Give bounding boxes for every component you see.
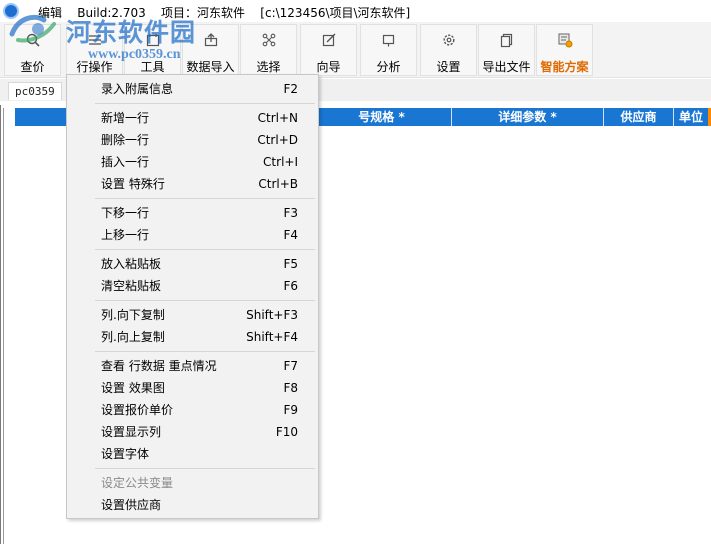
grid-header-unit[interactable]: 单位 bbox=[673, 108, 708, 126]
menu-item-label: 上移一行 bbox=[101, 228, 150, 242]
grid-row-header-rule bbox=[3, 108, 4, 544]
menu-item-delete-row[interactable]: 删除一行 Ctrl+D bbox=[67, 129, 318, 151]
menu-item-label: 设置供应商 bbox=[101, 498, 162, 512]
menu-item-shortcut: F8 bbox=[283, 381, 298, 395]
menu-item-label: 删除一行 bbox=[101, 133, 150, 147]
menu-item-label: 列.向下复制 bbox=[101, 308, 165, 322]
select-icon bbox=[260, 31, 278, 49]
menu-item-shortcut: Ctrl+N bbox=[257, 111, 298, 125]
wizard-icon bbox=[320, 31, 338, 49]
menu-item-label: 放入粘贴板 bbox=[101, 257, 162, 271]
grid-header-details[interactable]: 详细参数 * bbox=[451, 108, 603, 126]
menu-item-label: 下移一行 bbox=[101, 206, 150, 220]
menu-item-label: 查看 行数据 重点情况 bbox=[101, 359, 217, 373]
menu-item-set-effect-image[interactable]: 设置 效果图 F8 bbox=[67, 377, 318, 399]
gear-icon bbox=[440, 31, 458, 49]
menu-item-set-quote-unit-price[interactable]: 设置报价单价 F9 bbox=[67, 399, 318, 421]
menu-item-set-font[interactable]: 设置字体 bbox=[67, 443, 318, 465]
menu-item-move-row-up[interactable]: 上移一行 F4 bbox=[67, 224, 318, 246]
menu-item-shortcut: Ctrl+B bbox=[258, 177, 298, 191]
menu-item-label: 新增一行 bbox=[101, 111, 150, 125]
menu-item-label: 列.向上复制 bbox=[101, 330, 165, 344]
menu-item-view-row-key-info[interactable]: 查看 行数据 重点情况 F7 bbox=[67, 355, 318, 377]
menu-item-shortcut: F7 bbox=[283, 359, 298, 373]
toolbar-button-select[interactable]: 选择 bbox=[240, 24, 297, 76]
menu-item-shortcut: Ctrl+I bbox=[263, 155, 298, 169]
tab-pc0359[interactable]: pc0359 bbox=[8, 82, 62, 100]
menu-item-shortcut: F10 bbox=[275, 425, 298, 439]
watermark-logo-icon bbox=[8, 12, 64, 46]
menu-item-insert-row[interactable]: 插入一行 Ctrl+I bbox=[67, 151, 318, 173]
toolbar-button-label: 导出文件 bbox=[482, 60, 531, 74]
menu-item-set-public-variables: 设定公共变量 bbox=[67, 472, 318, 494]
menu-item-set-visible-columns[interactable]: 设置显示列 F10 bbox=[67, 421, 318, 443]
toolbar-button-label: 分析 bbox=[376, 60, 401, 74]
menu-separator bbox=[95, 249, 315, 250]
analysis-icon bbox=[380, 31, 398, 49]
toolbar-button-label: 选择 bbox=[256, 60, 281, 74]
menu-item-shortcut: Shift+F3 bbox=[246, 308, 298, 322]
menu-item-shortcut: F3 bbox=[283, 206, 298, 220]
menu-separator bbox=[95, 103, 315, 104]
menu-item-shortcut: F5 bbox=[283, 257, 298, 271]
toolbar-button-label: 数据导入 bbox=[186, 60, 235, 74]
grid-header-supplier[interactable]: 供应商 bbox=[603, 108, 673, 126]
menu-separator bbox=[95, 468, 315, 469]
toolbar-button-label: 智能方案 bbox=[540, 60, 589, 74]
watermark-url: www.pc0359.cn bbox=[88, 47, 181, 62]
menu-separator bbox=[95, 351, 315, 352]
menu-item-put-into-clipboard[interactable]: 放入粘贴板 F5 bbox=[67, 253, 318, 275]
menu-item-shortcut: F9 bbox=[283, 403, 298, 417]
toolbar-button-settings[interactable]: 设置 bbox=[420, 24, 477, 76]
menu-item-shortcut: F4 bbox=[283, 228, 298, 242]
menu-item-set-special-row[interactable]: 设置 特殊行 Ctrl+B bbox=[67, 173, 318, 195]
menu-item-set-supplier[interactable]: 设置供应商 bbox=[67, 494, 318, 516]
menu-item-clear-clipboard[interactable]: 清空粘贴板 F6 bbox=[67, 275, 318, 297]
toolbar-button-smart-plan[interactable]: 智能方案 bbox=[536, 24, 593, 76]
menu-item-label: 设置显示列 bbox=[101, 425, 162, 439]
menu-item-shortcut: Ctrl+D bbox=[257, 133, 298, 147]
import-icon bbox=[202, 31, 220, 49]
menu-item-label: 设置 效果图 bbox=[101, 381, 165, 395]
menu-item-label: 录入附属信息 bbox=[101, 82, 174, 96]
menu-item-label: 设置 特殊行 bbox=[101, 177, 165, 191]
menu-item-label: 清空粘贴板 bbox=[101, 279, 162, 293]
menu-item-label: 插入一行 bbox=[101, 155, 150, 169]
menu-item-label: 设置字体 bbox=[101, 447, 150, 461]
menu-item-add-row[interactable]: 新增一行 Ctrl+N bbox=[67, 107, 318, 129]
menu-item-label: 设置报价单价 bbox=[101, 403, 174, 417]
menu-item-shortcut: F2 bbox=[283, 82, 298, 96]
watermark-title: 河东软件园 bbox=[66, 20, 197, 47]
grid-header-spec[interactable]: 号规格 * bbox=[311, 108, 451, 126]
menu-item-copy-column-down[interactable]: 列.向下复制 Shift+F3 bbox=[67, 304, 318, 326]
toolbar-button-wizard[interactable]: 向导 bbox=[300, 24, 357, 76]
toolbar-button-analysis[interactable]: 分析 bbox=[360, 24, 417, 76]
menu-item-enter-attached-info[interactable]: 录入附属信息 F2 bbox=[67, 78, 318, 100]
menu-item-shortcut: F6 bbox=[283, 279, 298, 293]
menu-item-copy-column-up[interactable]: 列.向上复制 Shift+F4 bbox=[67, 326, 318, 348]
toolbar-button-export-file[interactable]: 导出文件 bbox=[478, 24, 535, 76]
menu-item-shortcut: Shift+F4 bbox=[246, 330, 298, 344]
export-icon bbox=[498, 31, 516, 49]
toolbar-button-label: 向导 bbox=[316, 60, 341, 74]
smart-plan-icon bbox=[556, 31, 574, 49]
menu-separator bbox=[95, 198, 315, 199]
menu-item-label: 设定公共变量 bbox=[101, 476, 174, 490]
menu-separator bbox=[95, 300, 315, 301]
menu-item-move-row-down[interactable]: 下移一行 F3 bbox=[67, 202, 318, 224]
toolbar-button-label: 设置 bbox=[436, 60, 461, 74]
toolbar-button-label: 查价 bbox=[20, 60, 45, 74]
row-operations-context-menu: 录入附属信息 F2 新增一行 Ctrl+N 删除一行 Ctrl+D 插入一行 C… bbox=[66, 74, 319, 519]
